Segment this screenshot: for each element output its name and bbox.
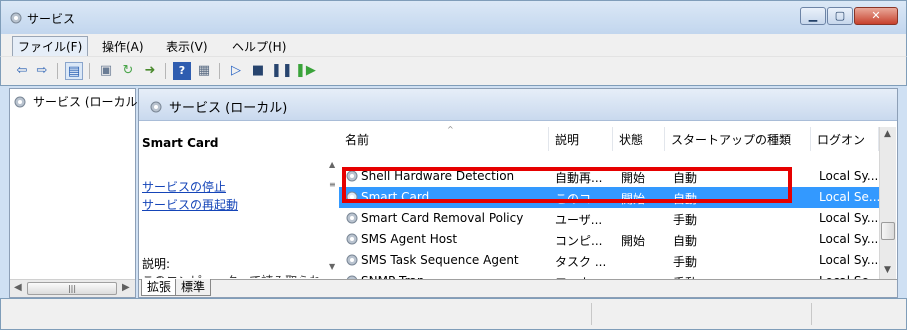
window-title: サービス (27, 12, 76, 26)
column-header-status[interactable]: 状態 (613, 127, 665, 151)
row-startup-type: 自動 (673, 234, 698, 248)
row-logon: Local Se... (819, 190, 881, 204)
pane-title: サービス (ローカル) (169, 101, 288, 116)
title-bar: サービス ▁ ▢ ✕ (0, 0, 907, 34)
highlight-box (342, 167, 792, 203)
column-header-description[interactable]: 説明 (549, 127, 613, 151)
row-description: ユーザ... (555, 213, 603, 227)
stop-service-link[interactable]: サービスの停止 (142, 178, 226, 195)
row-startup-type: 手動 (673, 213, 698, 227)
row-logon: Local Sy... (819, 169, 879, 183)
scroll-left-icon[interactable]: ◀ (14, 282, 22, 293)
column-header-startup-type[interactable]: スタートアップの種類 (665, 127, 811, 151)
table-row[interactable]: SMS Agent Host コンピ... 開始 自動 Local Sy... (339, 229, 879, 250)
view-tabs: 拡張 標準 (139, 279, 897, 297)
service-detail-panel: Smart Card サービスの停止 サービスの再起動 説明: このコンピュータ… (139, 122, 329, 279)
column-header-logon[interactable]: ログオン (811, 127, 879, 151)
stop-service-icon[interactable]: ■ (249, 62, 267, 80)
row-name: SMS Agent Host (361, 232, 458, 246)
description-text: このコンピューターで読み取られ (142, 272, 321, 278)
menu-bar: ファイル(F) 操作(A) 表示(V) ヘルプ(H) (0, 34, 907, 57)
tree-pane: サービス (ローカル) ◀ ||| ▶ (9, 88, 142, 298)
selected-service-name: Smart Card (142, 136, 219, 150)
table-row[interactable]: SNMP Trapローカ...手動Local Se... (339, 271, 880, 279)
show-hide-tree-icon[interactable]: ▤ (65, 62, 83, 80)
row-name: SMS Task Sequence Agent (361, 253, 519, 267)
menu-file[interactable]: ファイル(F) (12, 36, 89, 57)
row-logon: Local Sy... (819, 232, 879, 246)
row-logon: Local Sy... (819, 253, 879, 267)
services-gear-icon (10, 12, 22, 24)
tab-extended[interactable]: 拡張 (141, 279, 178, 296)
tab-standard[interactable]: 標準 (175, 279, 212, 296)
refresh-icon[interactable]: ↻ (119, 62, 137, 80)
row-name: Smart Card Removal Policy (361, 211, 524, 225)
properties-icon[interactable]: ▣ (97, 62, 115, 80)
close-button[interactable]: ✕ (854, 7, 898, 25)
tree-horizontal-scrollbar[interactable]: ◀ ||| ▶ (10, 279, 135, 297)
sort-ascending-icon: ^ (447, 125, 454, 134)
export-list-icon[interactable]: ➜ (141, 62, 159, 80)
toolbar: ⇦ ⇨ ▤ ▣ ↻ ➜ ? ▦ ▷ ■ ❚❚ ❚▶ (0, 56, 907, 86)
list-vertical-scrollbar[interactable]: ▲ ▼ (879, 127, 896, 279)
maximize-icon: ▢ (834, 9, 846, 22)
pause-service-icon[interactable]: ❚❚ (271, 62, 293, 80)
minimize-button[interactable]: ▁ (800, 7, 826, 25)
service-gear-icon (346, 233, 358, 245)
scroll-right-icon[interactable]: ▶ (122, 282, 130, 293)
column-header-name[interactable]: 名前 ^ (339, 125, 549, 151)
scroll-up-icon[interactable]: ▲ (884, 129, 891, 139)
restart-service-link[interactable]: サービスの再起動 (142, 196, 238, 213)
services-gear-icon (150, 101, 162, 112)
row-description: コンピ... (555, 234, 603, 248)
table-row[interactable]: Smart Card Removal Policy ユーザ... 手動 Local S… (339, 208, 879, 229)
row-status: 開始 (621, 234, 646, 248)
help-icon[interactable]: ? (173, 62, 191, 80)
tree-item-services-local[interactable]: サービス (ローカル) (13, 93, 142, 110)
restart-service-icon[interactable]: ❚▶ (295, 62, 316, 80)
menu-help[interactable]: ヘルプ(H) (227, 37, 291, 56)
collapse-up-icon: ▲ (329, 160, 336, 169)
menu-action[interactable]: 操作(A) (97, 37, 149, 56)
pane-header: サービス (ローカル) (139, 89, 897, 121)
menu-view[interactable]: 表示(V) (161, 37, 213, 56)
scrollbar-thumb[interactable] (881, 222, 895, 240)
splitter-grip-icon[interactable]: ≡ (329, 180, 336, 189)
back-arrow-icon[interactable]: ⇦ (13, 62, 31, 80)
row-description: タスク ... (555, 255, 607, 269)
service-gear-icon (346, 254, 358, 266)
service-gear-icon (346, 212, 358, 224)
maximize-button[interactable]: ▢ (827, 7, 853, 25)
start-service-icon[interactable]: ▷ (227, 62, 245, 80)
status-bar (0, 298, 907, 330)
row-startup-type: 手動 (673, 255, 698, 269)
tree-item-label: サービス (ローカル) (33, 95, 143, 109)
scrollbar-thumb[interactable]: ||| (27, 282, 117, 295)
scroll-down-icon[interactable]: ▼ (884, 265, 891, 275)
table-row[interactable]: SMS Task Sequence Agent タスク ... 手動 Local Sy… (339, 250, 879, 271)
forward-arrow-icon[interactable]: ⇨ (33, 62, 51, 80)
collapse-down-icon: ▼ (329, 262, 336, 271)
description-label: 説明: (142, 257, 171, 271)
services-gear-icon (14, 96, 26, 107)
action-pane-icon[interactable]: ▦ (195, 62, 213, 80)
minimize-icon: ▁ (808, 9, 818, 22)
close-icon: ✕ (871, 9, 881, 22)
row-logon: Local Sy... (819, 211, 879, 225)
